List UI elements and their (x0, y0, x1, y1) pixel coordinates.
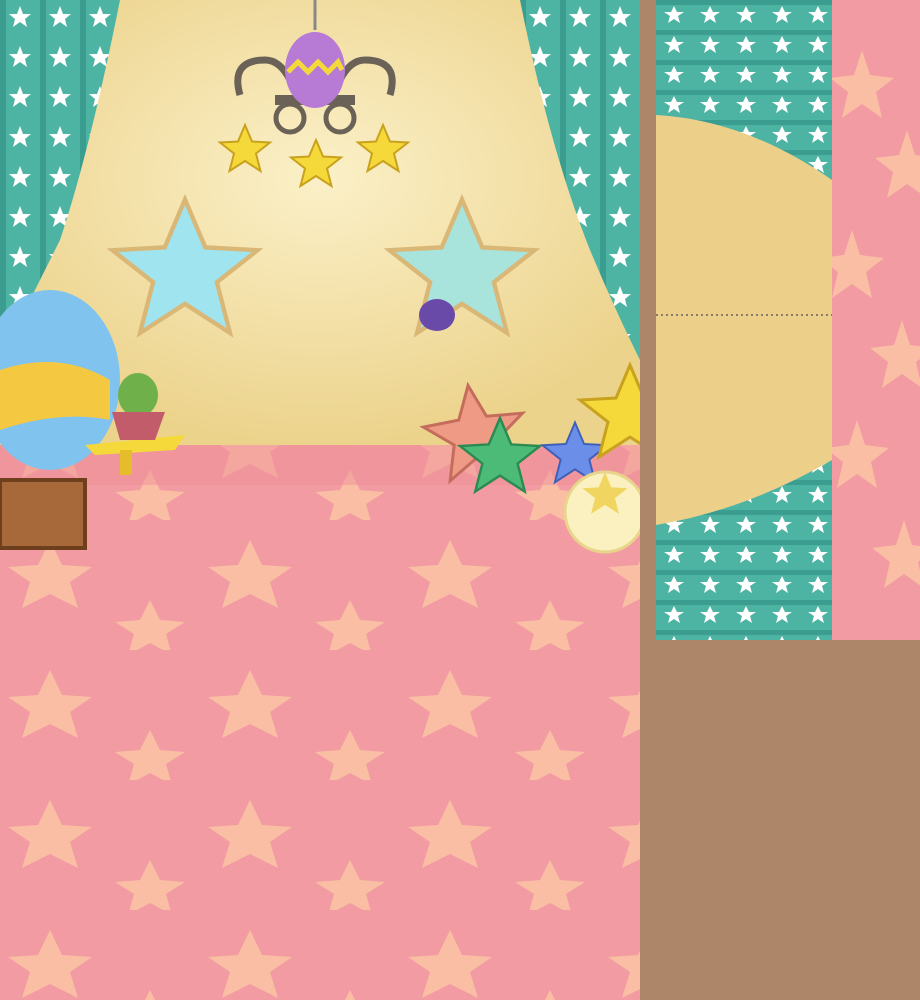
wall-curtain-strip-art (656, 0, 832, 640)
carpet-strip-art (832, 0, 920, 640)
room-scene (0, 0, 640, 1000)
carpet-strip (832, 0, 920, 640)
cactus-icon (118, 373, 158, 417)
bat-creature-icon (419, 299, 455, 331)
wall-curtain-strip (656, 0, 832, 640)
room-scene-art (0, 0, 640, 1000)
crate-icon (0, 478, 87, 550)
